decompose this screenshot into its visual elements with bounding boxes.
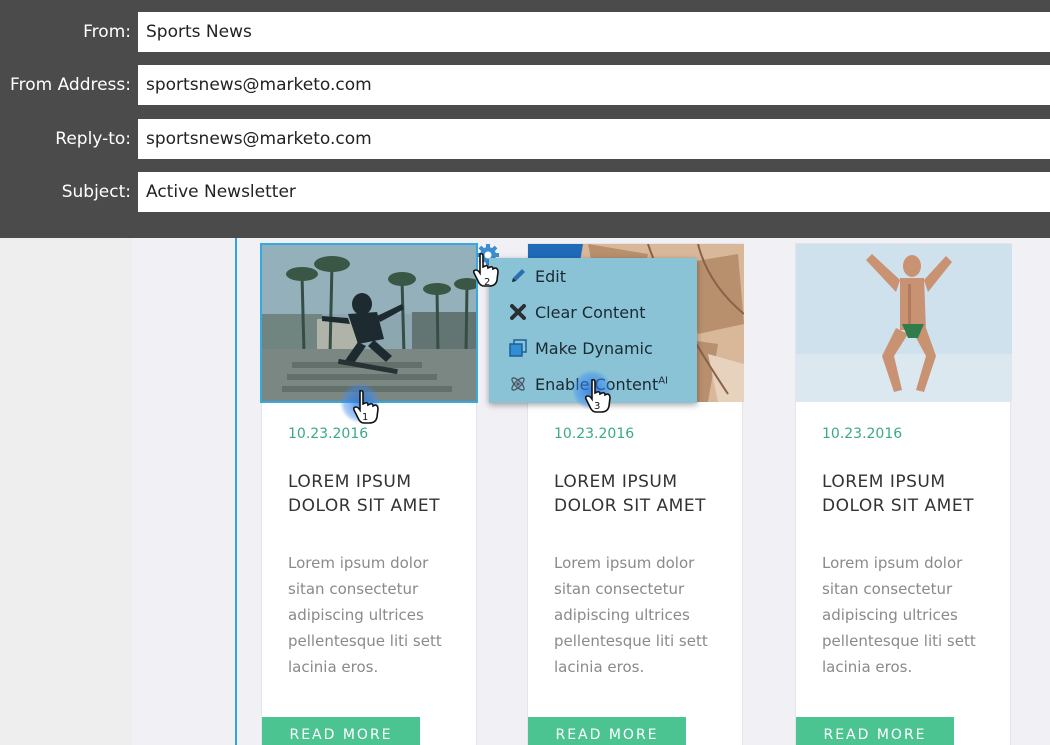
article-body: Lorem ipsum dolor sitan consectetur adip… bbox=[554, 554, 708, 676]
hand-pointer-icon: 3 bbox=[584, 378, 611, 413]
step-marker-3: 3 bbox=[572, 370, 616, 414]
menu-item-edit[interactable]: Edit bbox=[489, 259, 697, 293]
read-more-button[interactable]: READ MORE bbox=[796, 717, 954, 745]
ai-superscript: AI bbox=[658, 375, 669, 387]
subject-label: Subject: bbox=[61, 182, 131, 202]
menu-item-clear-content[interactable]: Clear Content bbox=[489, 295, 697, 329]
reply-to-row: Reply-to: bbox=[0, 119, 1050, 159]
read-more-button[interactable]: READ MORE bbox=[262, 717, 420, 745]
article-date: 10.23.2016 bbox=[554, 426, 635, 442]
article-title: LOREM IPSUM DOLOR SIT AMET bbox=[554, 472, 706, 516]
step-number: 2 bbox=[484, 277, 490, 288]
cliff-diver-photo[interactable] bbox=[796, 244, 1012, 402]
step-marker-2: 2 bbox=[468, 248, 512, 292]
from-address-field[interactable] bbox=[138, 65, 1050, 105]
from-row: From: bbox=[0, 12, 1050, 52]
email-settings-header: From: From Address: Reply-to: Subject: bbox=[0, 0, 1050, 238]
from-address-row: From Address: bbox=[0, 65, 1050, 105]
article-date: 10.23.2016 bbox=[822, 426, 903, 442]
from-field[interactable] bbox=[138, 12, 1050, 52]
menu-item-label: Edit bbox=[535, 266, 566, 286]
article-title: LOREM IPSUM DOLOR SIT AMET bbox=[822, 472, 974, 516]
reply-to-label: Reply-to: bbox=[55, 129, 131, 149]
subject-field[interactable] bbox=[138, 172, 1050, 212]
from-address-label: From Address: bbox=[10, 75, 131, 95]
read-more-button[interactable]: READ MORE bbox=[528, 717, 686, 745]
skateboarder-photo[interactable] bbox=[262, 244, 478, 402]
subject-row: Subject: bbox=[0, 172, 1050, 212]
article-date: 10.23.2016 bbox=[288, 426, 369, 442]
hand-pointer-icon: 1 bbox=[352, 389, 379, 424]
article-card-1: 10.23.2016 LOREM IPSUM DOLOR SIT AMET Lo… bbox=[261, 243, 478, 745]
step-number: 3 bbox=[594, 401, 600, 412]
atom-icon bbox=[509, 375, 527, 393]
menu-item-make-dynamic[interactable]: Make Dynamic bbox=[489, 331, 697, 365]
hand-pointer-icon: 2 bbox=[472, 252, 499, 288]
reply-to-field[interactable] bbox=[138, 119, 1050, 159]
from-label: From: bbox=[83, 22, 131, 42]
menu-item-label: Make Dynamic bbox=[535, 338, 653, 358]
dynamic-squares-icon bbox=[509, 339, 527, 357]
article-body: Lorem ipsum dolor sitan consectetur adip… bbox=[288, 554, 442, 676]
menu-item-label: Clear Content bbox=[535, 302, 646, 322]
article-body: Lorem ipsum dolor sitan consectetur adip… bbox=[822, 554, 976, 676]
article-card-3: 10.23.2016 LOREM IPSUM DOLOR SIT AMET Lo… bbox=[795, 243, 1012, 745]
left-panel bbox=[0, 238, 132, 745]
x-icon bbox=[509, 303, 527, 321]
article-title: LOREM IPSUM DOLOR SIT AMET bbox=[288, 472, 440, 516]
step-number: 1 bbox=[362, 412, 368, 423]
step-marker-1: 1 bbox=[340, 383, 384, 427]
